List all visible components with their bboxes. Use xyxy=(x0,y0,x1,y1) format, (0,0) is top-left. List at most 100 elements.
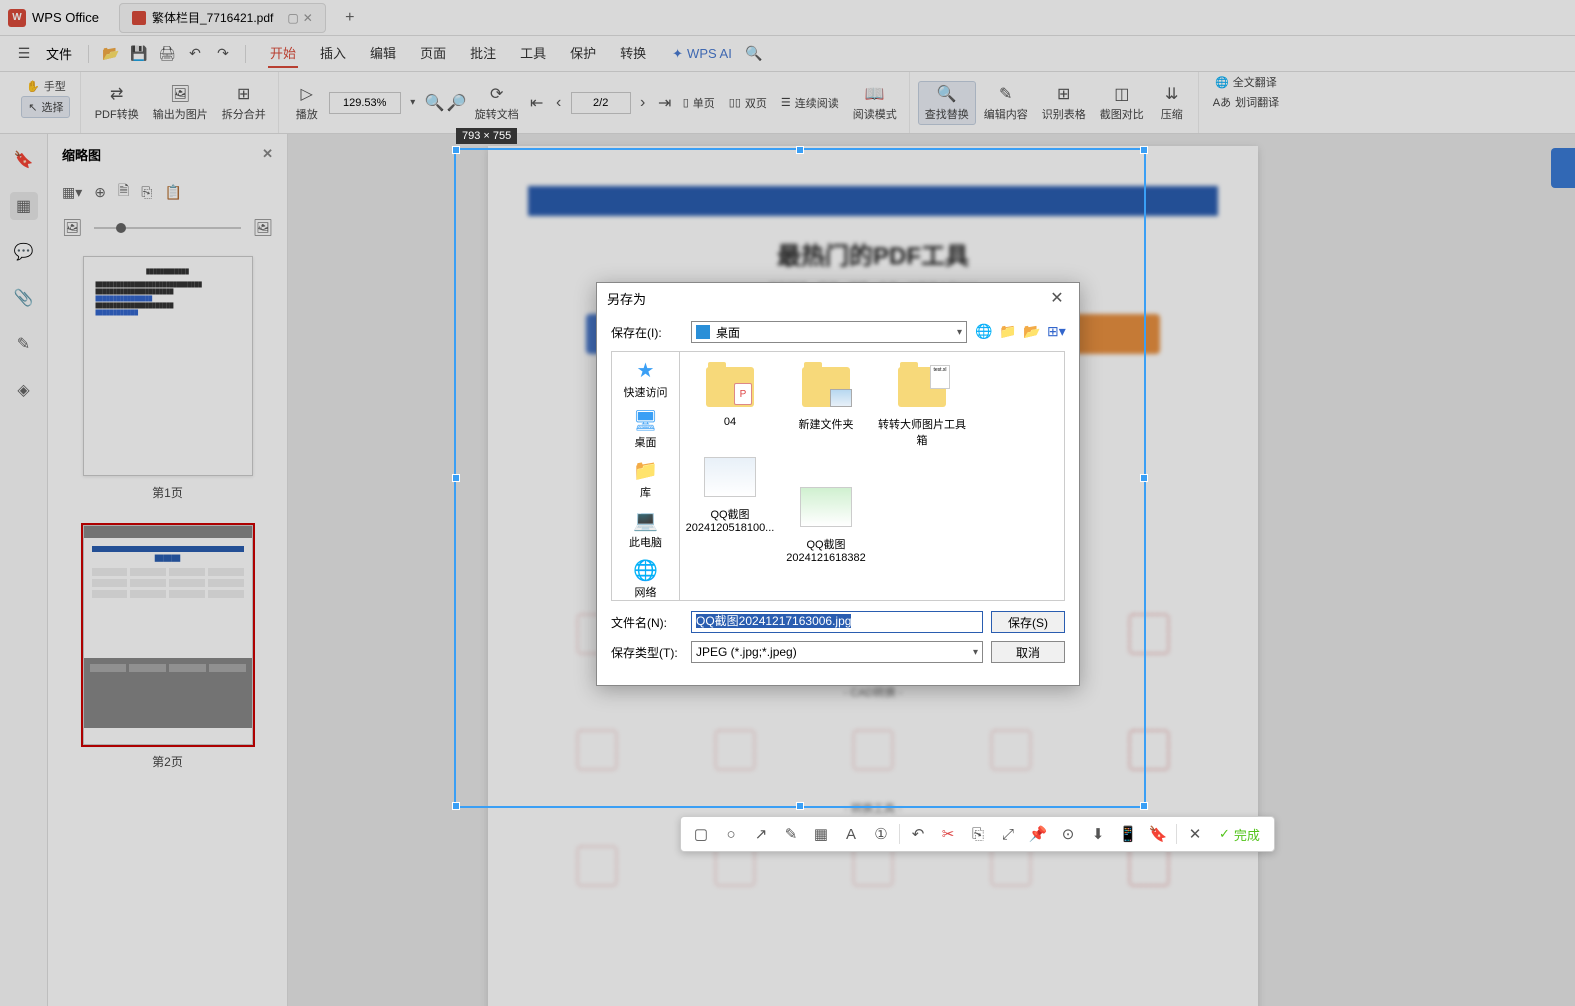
tab-protect[interactable]: 保护 xyxy=(568,39,598,68)
last-page-icon[interactable]: ⇥ xyxy=(655,93,675,113)
tab-annotate[interactable]: 批注 xyxy=(468,39,498,68)
save-tool-icon[interactable]: 🔖 xyxy=(1146,822,1170,846)
delete-page-icon[interactable]: 🗎 xyxy=(118,180,129,204)
up-icon[interactable]: 📁 xyxy=(999,323,1017,341)
file-browser[interactable]: P 04 新建文件夹 test.xl 转转大师图片工具箱 QQ截图 202412… xyxy=(680,352,1064,600)
find-replace-button[interactable]: 🔍查找替换 xyxy=(918,81,976,125)
view-menu-icon[interactable]: ⊞▾ xyxy=(1047,323,1065,341)
desktop-item[interactable]: 🖥 桌面 xyxy=(632,408,660,450)
first-page-icon[interactable]: ⇤ xyxy=(527,93,547,113)
right-float-button[interactable] xyxy=(1551,148,1575,188)
thumb-large-icon[interactable]: 🖼 xyxy=(253,218,273,238)
zoom-level[interactable]: 129.53% xyxy=(329,92,401,114)
quick-access-item[interactable]: ★ 快速访问 xyxy=(624,358,668,400)
pen-tool-icon[interactable]: ✎ xyxy=(779,822,803,846)
new-tab-button[interactable]: + xyxy=(338,6,362,30)
cancel-button[interactable]: 取消 xyxy=(991,641,1065,663)
read-mode-button[interactable]: 📖阅读模式 xyxy=(847,82,903,124)
comments-icon[interactable]: 💬 xyxy=(10,238,38,266)
file-item-new-folder[interactable]: 新建文件夹 xyxy=(782,362,870,448)
layers-icon[interactable]: ◈ xyxy=(10,376,38,404)
copy-page-icon[interactable]: ⎘ xyxy=(141,184,152,201)
thumbnails-icon[interactable]: ▦ xyxy=(10,192,38,220)
arrow-tool-icon[interactable]: ↗ xyxy=(749,822,773,846)
page-indicator[interactable]: 2/2 xyxy=(571,92,631,114)
continuous-button[interactable]: ☰连续阅读 xyxy=(775,93,845,113)
this-pc-item[interactable]: 💻 此电脑 xyxy=(629,508,662,550)
library-item[interactable]: 📁 库 xyxy=(632,458,660,500)
wps-ai-button[interactable]: ✦ WPS AI xyxy=(672,46,732,62)
tab-edit[interactable]: 编辑 xyxy=(368,39,398,68)
filename-input[interactable]: QQ截图20241217163006.jpg xyxy=(691,611,983,633)
edit-content-button[interactable]: ✎编辑内容 xyxy=(978,82,1034,124)
paste-page-icon[interactable]: 📋 xyxy=(164,184,181,201)
print-icon[interactable]: 🖨 xyxy=(155,42,179,66)
signature-icon[interactable]: ✎ xyxy=(10,330,38,358)
search-icon[interactable]: 🔍 xyxy=(742,42,766,66)
copy-tool-icon[interactable]: ⎘ xyxy=(966,822,990,846)
back-icon[interactable]: 🌐 xyxy=(975,323,993,341)
zoom-out-icon[interactable]: 🔍 xyxy=(425,93,445,113)
thumb-size-slider[interactable] xyxy=(94,227,240,229)
scan-tool-icon[interactable]: ⤢ xyxy=(996,822,1020,846)
next-page-icon[interactable]: › xyxy=(633,93,653,113)
hand-tool-button[interactable]: ✋手型 xyxy=(20,76,72,96)
full-translate-button[interactable]: 🌐全文翻译 xyxy=(1209,72,1283,92)
number-tool-icon[interactable]: ① xyxy=(869,822,893,846)
new-folder-icon[interactable]: 📂 xyxy=(1023,323,1041,341)
thumbnail-item-1[interactable]: ████████████ ███████████████████████████… xyxy=(62,256,273,501)
chevron-down-icon[interactable]: ▾ xyxy=(403,93,423,113)
redo-icon[interactable]: ↷ xyxy=(211,42,235,66)
mosaic-tool-icon[interactable]: ▦ xyxy=(809,822,833,846)
cancel-tool-icon[interactable]: ✕ xyxy=(1183,822,1207,846)
tab-page[interactable]: 页面 xyxy=(418,39,448,68)
pdf-convert-button[interactable]: ⇄PDF转换 xyxy=(89,82,145,124)
file-item-toolkit[interactable]: test.xl 转转大师图片工具箱 xyxy=(878,362,966,448)
split-merge-button[interactable]: ⊞拆分合并 xyxy=(216,82,272,124)
file-item-folder-04[interactable]: P 04 xyxy=(686,362,774,448)
share-tool-icon[interactable]: ⊙ xyxy=(1056,822,1080,846)
close-panel-icon[interactable]: ✕ xyxy=(262,146,273,162)
export-image-button[interactable]: 🖼输出为图片 xyxy=(147,82,214,124)
add-page-icon[interactable]: ⊕ xyxy=(94,184,106,201)
phone-tool-icon[interactable]: 📱 xyxy=(1116,822,1140,846)
word-translate-button[interactable]: Aあ划词翻译 xyxy=(1207,92,1285,112)
document-tab[interactable]: 繁体栏目_7716421.pdf ▢ ✕ xyxy=(119,3,326,33)
file-item-qq1[interactable]: QQ截图 2024120518100... xyxy=(686,452,774,564)
attachments-icon[interactable]: 📎 xyxy=(10,284,38,312)
text-tool-icon[interactable]: A xyxy=(839,822,863,846)
ellipse-tool-icon[interactable]: ○ xyxy=(719,822,743,846)
single-page-button[interactable]: ▯单页 xyxy=(677,93,721,113)
ocr-table-button[interactable]: ⊞识别表格 xyxy=(1036,82,1092,124)
file-item-qq2[interactable]: QQ截图 2024121618382 xyxy=(782,482,870,564)
filetype-combo[interactable]: JPEG (*.jpg;*.jpeg) xyxy=(691,641,983,663)
prev-page-icon[interactable]: ‹ xyxy=(549,93,569,113)
save-icon[interactable]: 💾 xyxy=(127,42,151,66)
undo-tool-icon[interactable]: ↶ xyxy=(906,822,930,846)
screenshot-compare-button[interactable]: ◫截图对比 xyxy=(1094,82,1150,124)
network-item[interactable]: 🌐 网络 xyxy=(632,558,660,600)
tab-convert[interactable]: 转换 xyxy=(618,39,648,68)
tab-tools[interactable]: 工具 xyxy=(518,39,548,68)
play-button[interactable]: ▷播放 xyxy=(287,82,327,124)
pin-tool-icon[interactable]: 📌 xyxy=(1026,822,1050,846)
done-button[interactable]: ✓ 完成 xyxy=(1213,825,1266,844)
hamburger-icon[interactable]: ☰ xyxy=(12,42,36,66)
tab-close-icon[interactable]: ✕ xyxy=(303,11,313,25)
crop-tool-icon[interactable]: ✂ xyxy=(936,822,960,846)
bookmark-icon[interactable]: 🔖 xyxy=(10,146,38,174)
compress-button[interactable]: ⇊压缩 xyxy=(1152,82,1192,124)
location-combo[interactable]: 桌面 xyxy=(691,321,967,343)
tab-start[interactable]: 开始 xyxy=(268,39,298,68)
rect-tool-icon[interactable]: ▢ xyxy=(689,822,713,846)
zoom-in-icon[interactable]: 🔎 xyxy=(447,93,467,113)
rotate-button[interactable]: ⟳旋转文档 xyxy=(469,82,525,124)
dialog-close-button[interactable]: ✕ xyxy=(1045,286,1069,310)
tab-insert[interactable]: 插入 xyxy=(318,39,348,68)
double-page-button[interactable]: ▯▯双页 xyxy=(723,93,773,113)
thumbnail-item-2[interactable]: ██████ xyxy=(62,525,273,770)
select-tool-button[interactable]: ↖选择 xyxy=(21,96,70,118)
tab-restore-icon[interactable]: ▢ xyxy=(287,11,298,25)
grid-icon[interactable]: ▦▾ xyxy=(62,184,82,201)
thumb-image-icon[interactable]: 🖼 xyxy=(62,218,82,238)
